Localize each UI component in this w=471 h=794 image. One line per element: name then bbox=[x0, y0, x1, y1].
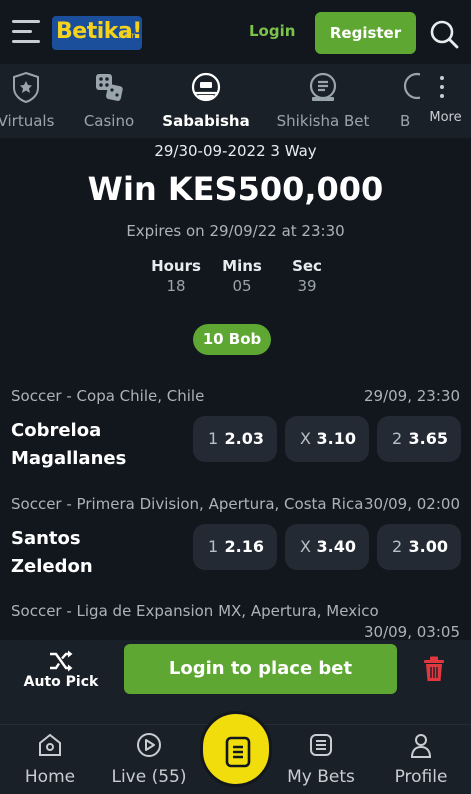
jackpot-prize: Win KES500,000 bbox=[87, 170, 384, 208]
nav-label: My Bets bbox=[287, 767, 355, 787]
countdown-value: 18 bbox=[166, 277, 186, 295]
nav-my-bets[interactable]: My Bets bbox=[280, 731, 362, 787]
nav-label: Live (55) bbox=[111, 767, 187, 787]
match-row: Soccer - Primera Division, Apertura, Cos… bbox=[0, 495, 471, 595]
more-vertical-icon bbox=[439, 76, 445, 103]
menu-icon[interactable] bbox=[12, 20, 40, 44]
betslip-icon bbox=[225, 736, 251, 768]
odd-key: X bbox=[300, 429, 311, 448]
category-label: Sababisha bbox=[162, 112, 250, 130]
bets-list-icon bbox=[310, 734, 332, 756]
odd-key: 1 bbox=[208, 429, 219, 448]
category-label: Shikisha Bet bbox=[276, 112, 370, 130]
odd-button-away[interactable]: 2 3.00 bbox=[377, 524, 461, 570]
shuffle-icon bbox=[50, 650, 73, 672]
nav-live[interactable]: Live (55) bbox=[104, 731, 194, 787]
match-time: 30/09, 03:05 bbox=[364, 623, 460, 640]
top-header: Betika! .com Login Register bbox=[0, 0, 471, 64]
category-virtuals[interactable]: Virtuals bbox=[0, 64, 66, 138]
dice-icon bbox=[96, 74, 123, 101]
logo[interactable]: Betika! .com bbox=[52, 16, 142, 50]
countdown-value: 39 bbox=[297, 277, 317, 295]
match-league: Soccer - Primera Division, Apertura, Cos… bbox=[11, 495, 364, 513]
user-icon bbox=[410, 734, 432, 758]
category-sababisha[interactable]: Sababisha bbox=[160, 64, 252, 138]
odd-button-home[interactable]: 1 2.03 bbox=[193, 416, 277, 462]
away-team: Magallanes bbox=[11, 448, 127, 469]
odd-price: 3.40 bbox=[316, 537, 356, 556]
nav-profile[interactable]: Profile bbox=[384, 731, 458, 787]
place-bet-button[interactable]: Login to place bet bbox=[124, 644, 397, 694]
countdown-value: 05 bbox=[232, 277, 252, 295]
nav-home[interactable]: Home bbox=[14, 731, 86, 787]
jackpot-expiry: Expires on 29/09/22 at 23:30 bbox=[126, 222, 345, 240]
countdown-unit: Hours bbox=[151, 257, 201, 275]
more-menu[interactable]: More bbox=[420, 64, 471, 138]
coin-bet-icon bbox=[309, 72, 337, 101]
stake-amount-badge: 10 Bob bbox=[193, 324, 271, 355]
betslip-button[interactable] bbox=[200, 711, 272, 787]
odd-key: X bbox=[300, 537, 311, 556]
odd-button-home[interactable]: 1 2.16 bbox=[193, 524, 277, 570]
category-shikisha-bet[interactable]: Shikisha Bet bbox=[274, 64, 372, 138]
match-league: Soccer - Copa Chile, Chile bbox=[11, 387, 205, 405]
trash-icon[interactable] bbox=[423, 656, 445, 682]
odd-price: 2.16 bbox=[224, 537, 264, 556]
shield-star-icon bbox=[13, 71, 39, 104]
match-row: Soccer - Liga de Expansion MX, Apertura,… bbox=[0, 602, 471, 640]
match-time: 29/09, 23:30 bbox=[364, 387, 460, 405]
match-row: Soccer - Copa Chile, Chile 29/09, 23:30 … bbox=[0, 387, 471, 487]
odd-price: 3.00 bbox=[408, 537, 448, 556]
play-icon bbox=[137, 733, 161, 757]
odd-price: 3.65 bbox=[408, 429, 448, 448]
category-nav: Virtuals Casino Sababisha Shikisha Bet B bbox=[0, 64, 471, 138]
search-icon[interactable] bbox=[428, 18, 460, 50]
countdown-mins: Mins 05 bbox=[207, 257, 277, 295]
more-label: More bbox=[429, 110, 462, 125]
register-button[interactable]: Register bbox=[315, 12, 416, 54]
countdown-hours: Hours 18 bbox=[141, 257, 211, 295]
odd-price: 2.03 bbox=[224, 429, 264, 448]
odd-button-draw[interactable]: X 3.10 bbox=[285, 416, 369, 462]
away-team: Zeledon bbox=[11, 556, 93, 577]
category-casino[interactable]: Casino bbox=[74, 64, 144, 138]
countdown-secs: Sec 39 bbox=[272, 257, 342, 295]
logo-sub: .com bbox=[118, 31, 136, 40]
jackpot-type: 29/30-09-2022 3 Way bbox=[154, 142, 317, 160]
home-team: Cobreloa bbox=[11, 420, 102, 441]
odd-price: 3.10 bbox=[316, 429, 356, 448]
jackpot-icon bbox=[191, 72, 221, 102]
auto-pick-button[interactable]: Auto Pick bbox=[18, 650, 104, 690]
countdown-unit: Mins bbox=[222, 257, 262, 275]
odd-key: 2 bbox=[392, 537, 403, 556]
match-time: 30/09, 02:00 bbox=[364, 495, 460, 513]
nav-label: Home bbox=[24, 767, 76, 787]
login-link[interactable]: Login bbox=[249, 22, 295, 40]
match-league: Soccer - Liga de Expansion MX, Apertura,… bbox=[11, 602, 379, 620]
odd-button-away[interactable]: 2 3.65 bbox=[377, 416, 461, 462]
home-icon bbox=[39, 733, 61, 756]
countdown-unit: Sec bbox=[292, 257, 322, 275]
odd-key: 2 bbox=[392, 429, 403, 448]
home-team: Santos bbox=[11, 528, 81, 549]
nav-label: Profile bbox=[394, 767, 448, 787]
category-label: Casino bbox=[83, 112, 135, 130]
auto-pick-label: Auto Pick bbox=[23, 674, 99, 690]
category-label: Virtuals bbox=[0, 112, 55, 130]
odd-button-draw[interactable]: X 3.40 bbox=[285, 524, 369, 570]
odd-key: 1 bbox=[208, 537, 219, 556]
